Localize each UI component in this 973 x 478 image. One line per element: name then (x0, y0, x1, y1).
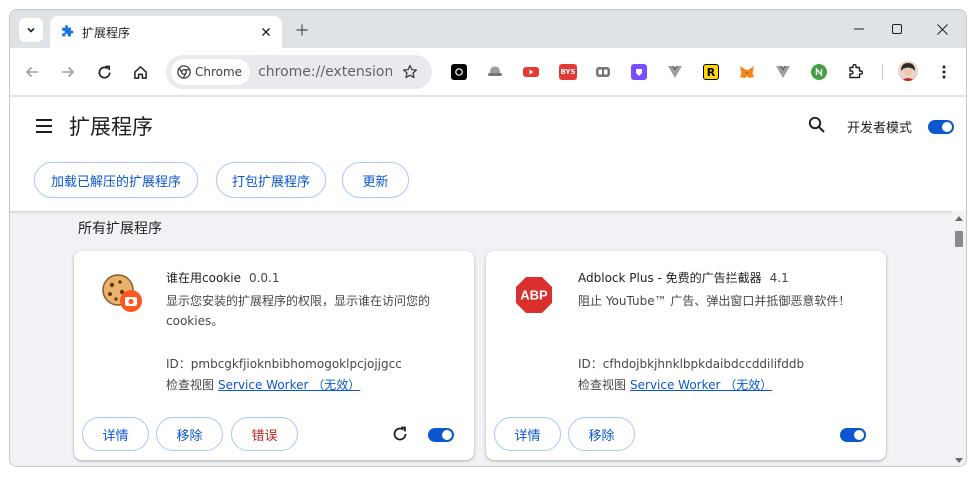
extension-id-value: pmbcgkfjioknbibhomogoklpcjojjgcc (190, 357, 402, 371)
service-worker-link[interactable]: Service Worker （无效） (218, 378, 360, 392)
vue-icon[interactable] (667, 64, 683, 80)
bookmark-star-icon[interactable] (402, 64, 418, 80)
extensions-menu-icon[interactable] (847, 64, 863, 80)
update-button[interactable]: 更新 (342, 162, 409, 198)
chip-label: Chrome (195, 65, 243, 79)
extensions-page: 扩展程序 开发者模式 加载已解压的扩展程序 打包扩展程序 更新 所有扩展程序 谁… (10, 97, 966, 466)
bitwarden-icon[interactable] (595, 64, 611, 80)
section-title: 所有扩展程序 (78, 221, 162, 237)
url-text: chrome://extensions (258, 64, 393, 80)
extension-enable-toggle[interactable] (428, 428, 454, 442)
extension-id: ID：cfhdojbkjhnklbpkdaibdccddilifddb (578, 355, 804, 372)
new-tab-button[interactable] (292, 20, 312, 40)
metamask-icon[interactable] (739, 64, 755, 80)
load-unpacked-button[interactable]: 加载已解压的扩展程序 (34, 162, 198, 198)
toolbar-separator (882, 64, 883, 80)
plus-icon (296, 24, 308, 36)
close-tab-icon[interactable] (258, 24, 274, 40)
developer-mode-toggle[interactable] (928, 120, 954, 134)
shield-icon[interactable] (631, 64, 647, 80)
errors-button[interactable]: 错误 (231, 417, 298, 451)
close-window-button[interactable] (920, 16, 964, 42)
extension-description: 显示您安装的扩展程序的权限，显示谁在访问您的cookies。 (166, 294, 431, 328)
extension-card: 谁在用cookie 0.0.1 显示您安装的扩展程序的权限，显示谁在访问您的coo… (74, 251, 474, 460)
service-worker-link[interactable]: Service Worker （无效） (630, 378, 772, 392)
arrow-right-icon (62, 66, 75, 78)
bys-label: BYS (560, 68, 576, 76)
home-icon (133, 65, 147, 79)
inspect-views: 检查视图 Service Worker （无效） (166, 376, 360, 393)
remove-button[interactable]: 移除 (156, 417, 223, 451)
adblock-plus-icon: ABP (516, 277, 552, 313)
avatar[interactable] (898, 61, 918, 81)
hamburger-menu-icon[interactable] (34, 117, 54, 135)
scroll-up-arrow[interactable] (955, 216, 963, 221)
back-button[interactable] (20, 60, 44, 84)
cookie-camera-icon (102, 274, 142, 312)
browser-window: 扩展程序 Chrome chrome://extensions BYS R 扩展… (9, 9, 967, 467)
reload-icon[interactable] (392, 426, 408, 442)
scroll-thumb[interactable] (955, 231, 963, 247)
extension-title: 谁在用cookie (166, 271, 241, 285)
developer-mode-label: 开发者模式 (847, 121, 913, 136)
close-icon (936, 23, 948, 35)
browser-menu-button[interactable] (932, 60, 956, 84)
minimize-icon (854, 28, 864, 30)
site-info-chip[interactable]: Chrome (171, 59, 251, 85)
extension-description: 阻止 YouTube™ 广告、弹出窗口并抵御恶意软件！ (578, 294, 851, 308)
address-bar[interactable]: Chrome chrome://extensions (166, 55, 432, 89)
search-icon[interactable] (807, 115, 827, 135)
chrome-icon (177, 65, 191, 79)
extension-id-value: cfhdojbkjhnklbpkdaibdccddilifddb (602, 357, 805, 371)
page-header: 扩展程序 开发者模式 加载已解压的扩展程序 打包扩展程序 更新 (10, 97, 966, 211)
tab-title: 扩展程序 (82, 25, 131, 40)
pack-extension-button[interactable]: 打包扩展程序 (216, 162, 326, 198)
bys-icon[interactable]: BYS (559, 64, 577, 80)
tab-search-button[interactable] (19, 18, 43, 42)
youtube-icon[interactable] (523, 64, 539, 80)
forward-button[interactable] (56, 60, 80, 84)
remove-button[interactable]: 移除 (568, 417, 635, 451)
maximize-icon (892, 24, 902, 34)
extension-version: 4.1 (769, 271, 789, 285)
reader-label: R (706, 65, 716, 79)
hat-icon[interactable] (487, 64, 503, 80)
details-button[interactable]: 详情 (494, 417, 561, 451)
extension-id-label: ID： (578, 357, 603, 371)
extension-card: ABP Adblock Plus - 免费的广告拦截器 4.1 阻止 YouTub… (486, 251, 886, 460)
puzzle-icon (62, 25, 74, 37)
inspect-views: 检查视图 Service Worker （无效） (578, 376, 772, 393)
more-vertical-icon (942, 65, 946, 79)
tab-strip: 扩展程序 (10, 10, 966, 48)
chevron-down-icon (27, 27, 35, 33)
extension-version: 0.0.1 (248, 271, 280, 285)
inspect-views-label: 检查视图 (166, 378, 215, 392)
inspect-views-label: 检查视图 (578, 378, 627, 392)
reload-button[interactable] (92, 60, 116, 84)
extension-title: Adblock Plus - 免费的广告拦截器 (578, 271, 762, 285)
arrow-left-icon (25, 66, 38, 78)
reload-icon (98, 65, 111, 78)
abp-label: ABP (520, 288, 548, 303)
page-scrollbar[interactable] (952, 211, 966, 466)
node-icon[interactable] (811, 64, 827, 80)
browser-toolbar: Chrome chrome://extensions BYS R (10, 48, 966, 96)
reader-icon[interactable]: R (703, 64, 719, 80)
extension-name: 谁在用cookie 0.0.1 (166, 269, 280, 286)
vue-devtools-icon[interactable] (775, 64, 791, 80)
tab-extensions[interactable]: 扩展程序 (50, 16, 282, 48)
chatgpt-icon[interactable] (451, 64, 467, 80)
home-button[interactable] (128, 60, 152, 84)
extension-id: ID：pmbcgkfjioknbibhomogoklpcjojjgcc (166, 355, 402, 372)
page-title: 扩展程序 (69, 115, 153, 139)
extension-id-label: ID： (166, 357, 191, 371)
extension-name: Adblock Plus - 免费的广告拦截器 4.1 (578, 269, 789, 286)
scroll-down-arrow[interactable] (955, 458, 963, 463)
details-button[interactable]: 详情 (82, 417, 149, 451)
maximize-button[interactable] (875, 16, 919, 42)
extension-enable-toggle[interactable] (840, 428, 866, 442)
